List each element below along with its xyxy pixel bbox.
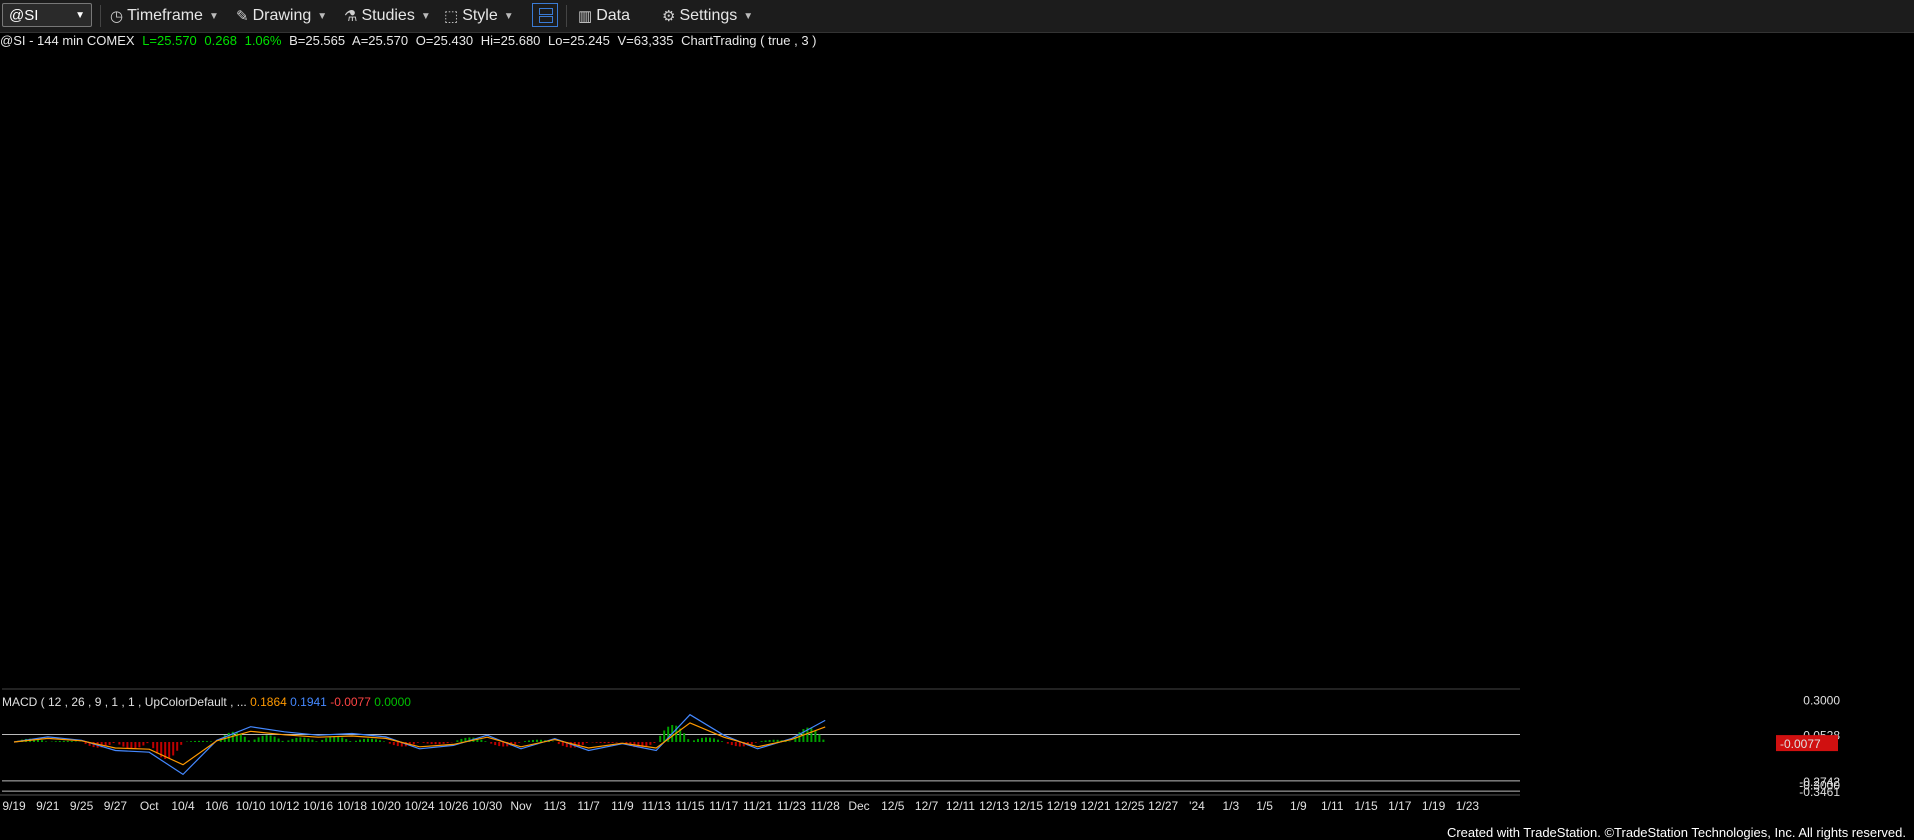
x-tick-label: 1/17 [1388,799,1412,813]
chevron-down-icon: ▼ [503,10,514,22]
drawing-label: Drawing [252,7,312,24]
x-tick-label: 11/13 [642,799,671,813]
x-tick-label: 12/5 [881,799,905,813]
x-tick-label: 1/5 [1256,799,1273,813]
macd-title: MACD ( 12 , 26 , 9 , 1 , 1 , UpColorDefa… [2,695,411,709]
x-tick-label: 12/15 [1013,799,1043,813]
x-tick-label: 1/3 [1222,799,1239,813]
x-tick-label: 1/19 [1422,799,1446,813]
data-button[interactable]: ▥ Data [578,4,630,28]
macd-value-2: 0.1941 [287,695,327,709]
chevron-down-icon: ▼ [75,9,85,21]
flask-icon: ⚗ [344,8,358,25]
macd-tick-label: -0.3000 [1799,779,1840,793]
symbol-value: @SI [9,6,39,24]
toolbar-divider [566,5,567,27]
timeframe-label: Timeframe [127,7,203,24]
pencil-icon: ✎ [236,8,249,25]
studies-button[interactable]: ⚗ Studies ▼ [344,4,431,28]
x-tick-label: 10/18 [337,799,367,813]
x-tick-label: 12/7 [915,799,939,813]
x-tick-label: 12/19 [1047,799,1077,813]
x-tick-label: 11/21 [743,799,772,813]
price-chart[interactable]: 300.00% (31.675)261.80% (30.474)100.00% … [0,34,1914,824]
last-price: L=25.570 [142,33,197,48]
studies-label: Studies [361,7,415,24]
x-tick-label: 1/15 [1354,799,1378,813]
x-tick-label: 9/21 [36,799,60,813]
x-tick-label: 10/26 [438,799,468,813]
x-tick-label: 9/27 [104,799,128,813]
settings-label: Settings [679,7,738,24]
symbol-selector[interactable]: @SI ▼ [2,3,92,27]
layout-icon[interactable] [532,3,558,27]
x-tick-label: 12/13 [979,799,1009,813]
x-tick-label: 10/30 [472,799,502,813]
macd-tick-label: -0.0077 [1780,737,1821,751]
x-tick-label: 12/11 [946,799,975,813]
x-tick-label: 11/23 [777,799,806,813]
bar-chart-icon: ▥ [578,8,593,25]
chevron-down-icon: ▼ [317,10,328,22]
x-tick-label: 10/6 [205,799,229,813]
x-tick-label: 10/4 [171,799,195,813]
x-tick-label: 9/25 [70,799,94,813]
open-price: O=25.430 [415,33,474,48]
x-tick-label: 11/28 [811,799,840,813]
chevron-down-icon: ▼ [420,10,431,22]
x-tick-label: Oct [140,799,159,813]
bid-price: B=25.565 [289,33,346,48]
x-tick-label: 11/3 [544,799,567,813]
x-tick-label: 1/11 [1321,799,1344,813]
x-tick-label: 10/12 [269,799,299,813]
settings-button[interactable]: ⚙ Settings ▼ [662,4,753,28]
x-tick-label: 10/20 [371,799,401,813]
volume: V=63,335 [617,33,674,48]
x-tick-label: Nov [510,799,531,813]
x-tick-label: '24 [1189,799,1205,813]
data-label: Data [596,7,630,24]
net-change: 0.268 [204,33,237,48]
style-button[interactable]: ⬚ Style ▼ [444,4,514,28]
axis-background [1524,34,1914,824]
x-tick-label: 11/15 [675,799,704,813]
chevron-down-icon: ▼ [743,10,754,22]
x-tick-label: 11/9 [611,799,634,813]
symbol-info-bar: @SI - 144 min COMEX L=25.570 0.268 1.06%… [0,33,821,49]
x-tick-label: 11/7 [577,799,600,813]
x-tick-label: 10/16 [303,799,333,813]
toolbar-divider [100,5,101,27]
x-tick-label: 9/19 [2,799,26,813]
x-tick-label: 11/17 [709,799,738,813]
timeframe-button[interactable]: ◷ Timeframe ▼ [110,4,219,28]
low-price: Lo=25.245 [548,33,610,48]
macd-tick-label: 0.3000 [1803,693,1840,707]
x-tick-label: 10/24 [405,799,435,813]
x-tick-label: 12/21 [1081,799,1111,813]
pct-change: 1.06% [244,33,282,48]
style-icon: ⬚ [444,8,459,25]
x-tick-label: 12/27 [1148,799,1178,813]
x-tick-label: 12/25 [1114,799,1144,813]
macd-value-3: -0.0077 [327,695,371,709]
macd-title: MACD ( 12 , 26 , 9 , 1 , 1 , UpColorDefa… [2,695,247,709]
study-label: ChartTrading ( true , 3 ) [681,33,817,48]
macd-value-4: 0.0000 [371,695,411,709]
symbol-line: @SI - 144 min COMEX [0,33,135,48]
gear-icon: ⚙ [662,8,676,25]
clock-icon: ◷ [110,8,124,25]
high-price: Hi=25.680 [480,33,541,48]
x-tick-label: 1/9 [1290,799,1307,813]
ask-price: A=25.570 [352,33,409,48]
toolbar: @SI ▼ ◷ Timeframe ▼ ✎ Drawing ▼ ⚗ Studie… [0,0,1914,33]
x-tick-label: 10/10 [236,799,266,813]
style-label: Style [462,7,498,24]
macd-value-1: 0.1864 [247,695,287,709]
x-tick-label: Dec [848,799,869,813]
drawing-button[interactable]: ✎ Drawing ▼ [236,4,327,28]
x-tick-label: 1/23 [1456,799,1480,813]
footer-credit: Created with TradeStation. ©TradeStation… [1446,825,1906,840]
chevron-down-icon: ▼ [208,10,219,22]
